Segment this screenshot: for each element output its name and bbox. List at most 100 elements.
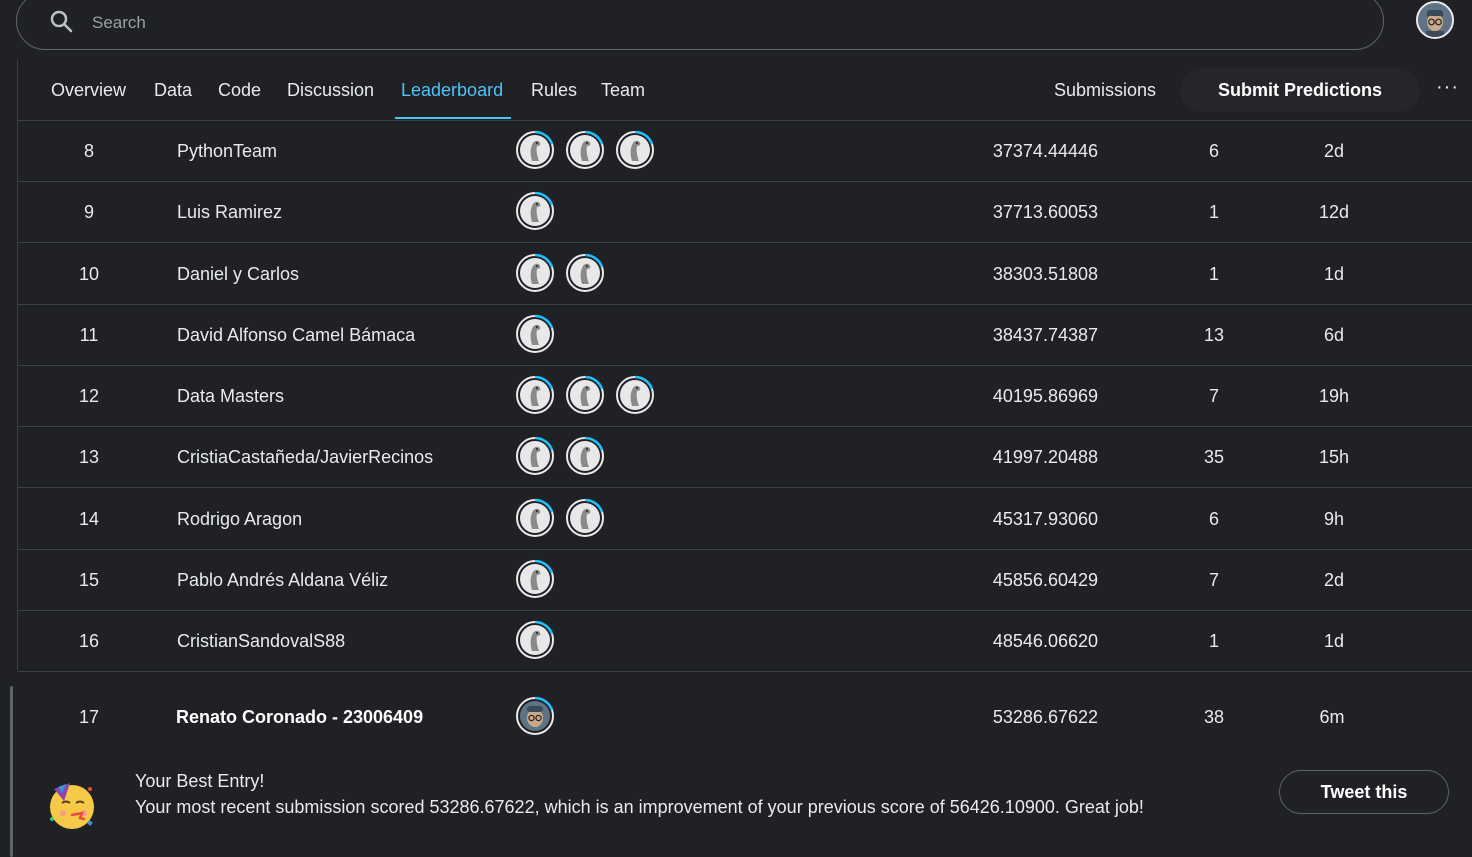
- team-name[interactable]: CristianSandovalS88: [177, 631, 345, 652]
- team-name[interactable]: PythonTeam: [177, 141, 277, 162]
- member-avatar[interactable]: [615, 375, 655, 415]
- tab-rules[interactable]: Rules: [531, 80, 577, 101]
- team-name[interactable]: Rodrigo Aragon: [177, 509, 302, 530]
- score-cell: 53286.67622: [992, 707, 1098, 727]
- team-name[interactable]: Data Masters: [177, 386, 284, 407]
- submit-predictions-button[interactable]: Submit Predictions: [1180, 68, 1420, 112]
- default-avatar-icon: [566, 436, 604, 476]
- member-avatar[interactable]: [515, 558, 555, 599]
- banner-title: Your Best Entry!: [135, 771, 265, 791]
- entries-cell: 1: [1208, 202, 1219, 223]
- score-cell: 48546.06620: [992, 631, 1098, 651]
- table-row: 13 CristiaCastañeda/JavierRecinos 41997.…: [18, 426, 1472, 489]
- default-avatar-icon: [516, 130, 554, 169]
- team-members: [515, 130, 665, 170]
- default-avatar-icon: [516, 620, 554, 659]
- default-avatar-icon: [516, 314, 554, 353]
- default-avatar-icon: [566, 130, 604, 169]
- search-bar[interactable]: Search: [16, 0, 1384, 50]
- member-avatar[interactable]: [565, 497, 605, 538]
- rank-cell: 9: [83, 202, 94, 223]
- score-cell: 37713.60053: [992, 202, 1098, 223]
- entries-cell: 7: [1208, 569, 1219, 590]
- score-cell: 45317.93060: [992, 508, 1098, 529]
- team-members: [515, 313, 565, 354]
- default-avatar-icon: [616, 130, 654, 169]
- member-avatar[interactable]: [565, 436, 605, 477]
- team-name[interactable]: Luis Ramirez: [177, 202, 282, 223]
- active-tab-indicator: [395, 117, 511, 119]
- member-avatar[interactable]: [515, 620, 555, 660]
- team-members: [515, 497, 615, 538]
- team-members: [515, 252, 615, 293]
- tab-data[interactable]: Data: [154, 80, 192, 101]
- rank-cell: 13: [78, 447, 100, 468]
- member-avatar[interactable]: [515, 191, 555, 232]
- default-avatar-icon: [516, 191, 554, 231]
- default-avatar-icon: [516, 498, 554, 537]
- member-avatar[interactable]: [515, 497, 555, 538]
- team-name[interactable]: Daniel y Carlos: [177, 264, 299, 285]
- default-avatar-icon: [566, 498, 604, 537]
- member-avatar[interactable]: [565, 252, 605, 293]
- tab-code[interactable]: Code: [218, 80, 261, 101]
- tab-team[interactable]: Team: [601, 80, 645, 101]
- last-submission-cell: 6d: [1323, 324, 1345, 345]
- team-name[interactable]: CristiaCastañeda/JavierRecinos: [177, 447, 433, 468]
- tab-leaderboard[interactable]: Leaderboard: [401, 80, 503, 101]
- tab-discussion[interactable]: Discussion: [287, 80, 374, 101]
- table-row: 11 David Alfonso Camel Bámaca 38437.7438…: [18, 304, 1472, 366]
- team-members: [515, 696, 565, 736]
- user-avatar[interactable]: [515, 696, 555, 736]
- team-members: [515, 558, 565, 599]
- team-name[interactable]: David Alfonso Camel Bámaca: [177, 325, 415, 346]
- team-members: [515, 620, 565, 660]
- member-avatar[interactable]: [565, 375, 605, 415]
- default-avatar-icon: [566, 253, 604, 292]
- team-members: [515, 436, 615, 477]
- tweet-button[interactable]: Tweet this: [1279, 770, 1449, 814]
- entries-cell: 7: [1208, 386, 1219, 406]
- team-name[interactable]: Pablo Andrés Aldana Véliz: [177, 570, 388, 591]
- default-avatar-icon: [516, 375, 554, 414]
- table-row: 15 Pablo Andrés Aldana Véliz 45856.60429…: [18, 549, 1472, 611]
- default-avatar-icon: [516, 436, 554, 476]
- last-submission-cell: 1d: [1323, 631, 1345, 651]
- table-row: 10 Daniel y Carlos 38303.51808 1 1d: [18, 243, 1472, 305]
- table-row: 12 Data Masters 40195.86969 7 19h: [18, 365, 1472, 427]
- search-input[interactable]: Search: [92, 13, 146, 33]
- rank-cell: 17: [78, 707, 100, 727]
- member-avatar[interactable]: [515, 313, 555, 354]
- member-avatar[interactable]: [515, 375, 555, 415]
- last-submission-cell: 15h: [1318, 447, 1350, 468]
- table-row: 8 PythonTeam 37374.44446 6 2d: [18, 120, 1472, 182]
- scroll-indicator[interactable]: [10, 686, 13, 857]
- user-avatar[interactable]: [1416, 1, 1454, 39]
- last-submission-cell: 9h: [1323, 508, 1345, 529]
- member-avatar[interactable]: [565, 130, 605, 170]
- default-avatar-icon: [516, 559, 554, 598]
- member-avatar[interactable]: [515, 436, 555, 477]
- table-row: 14 Rodrigo Aragon 45317.93060 6 9h: [18, 488, 1472, 550]
- member-avatar[interactable]: [515, 252, 555, 293]
- entries-cell: 6: [1208, 508, 1219, 529]
- user-avatar-icon: [516, 696, 554, 735]
- last-submission-cell: 6m: [1319, 707, 1345, 727]
- rank-cell: 15: [78, 569, 100, 590]
- score-cell: 41997.20488: [992, 447, 1098, 468]
- last-submission-cell: 1d: [1323, 263, 1345, 284]
- member-avatar[interactable]: [615, 130, 655, 170]
- team-name[interactable]: Renato Coronado - 23006409: [176, 707, 423, 728]
- score-cell: 38437.74387: [992, 324, 1098, 345]
- member-avatar[interactable]: [515, 130, 555, 170]
- table-row: 16 CristianSandovalS88 48546.06620 1 1d: [18, 610, 1472, 672]
- more-options-icon[interactable]: ···: [1436, 76, 1459, 99]
- search-icon: [50, 10, 73, 33]
- entries-cell: 35: [1203, 447, 1225, 468]
- submissions-link[interactable]: Submissions: [1054, 80, 1156, 101]
- default-avatar-icon: [566, 375, 604, 414]
- last-submission-cell: 19h: [1318, 386, 1350, 406]
- default-avatar-icon: [616, 375, 654, 414]
- tab-overview[interactable]: Overview: [51, 80, 126, 101]
- score-cell: 38303.51808: [992, 263, 1098, 284]
